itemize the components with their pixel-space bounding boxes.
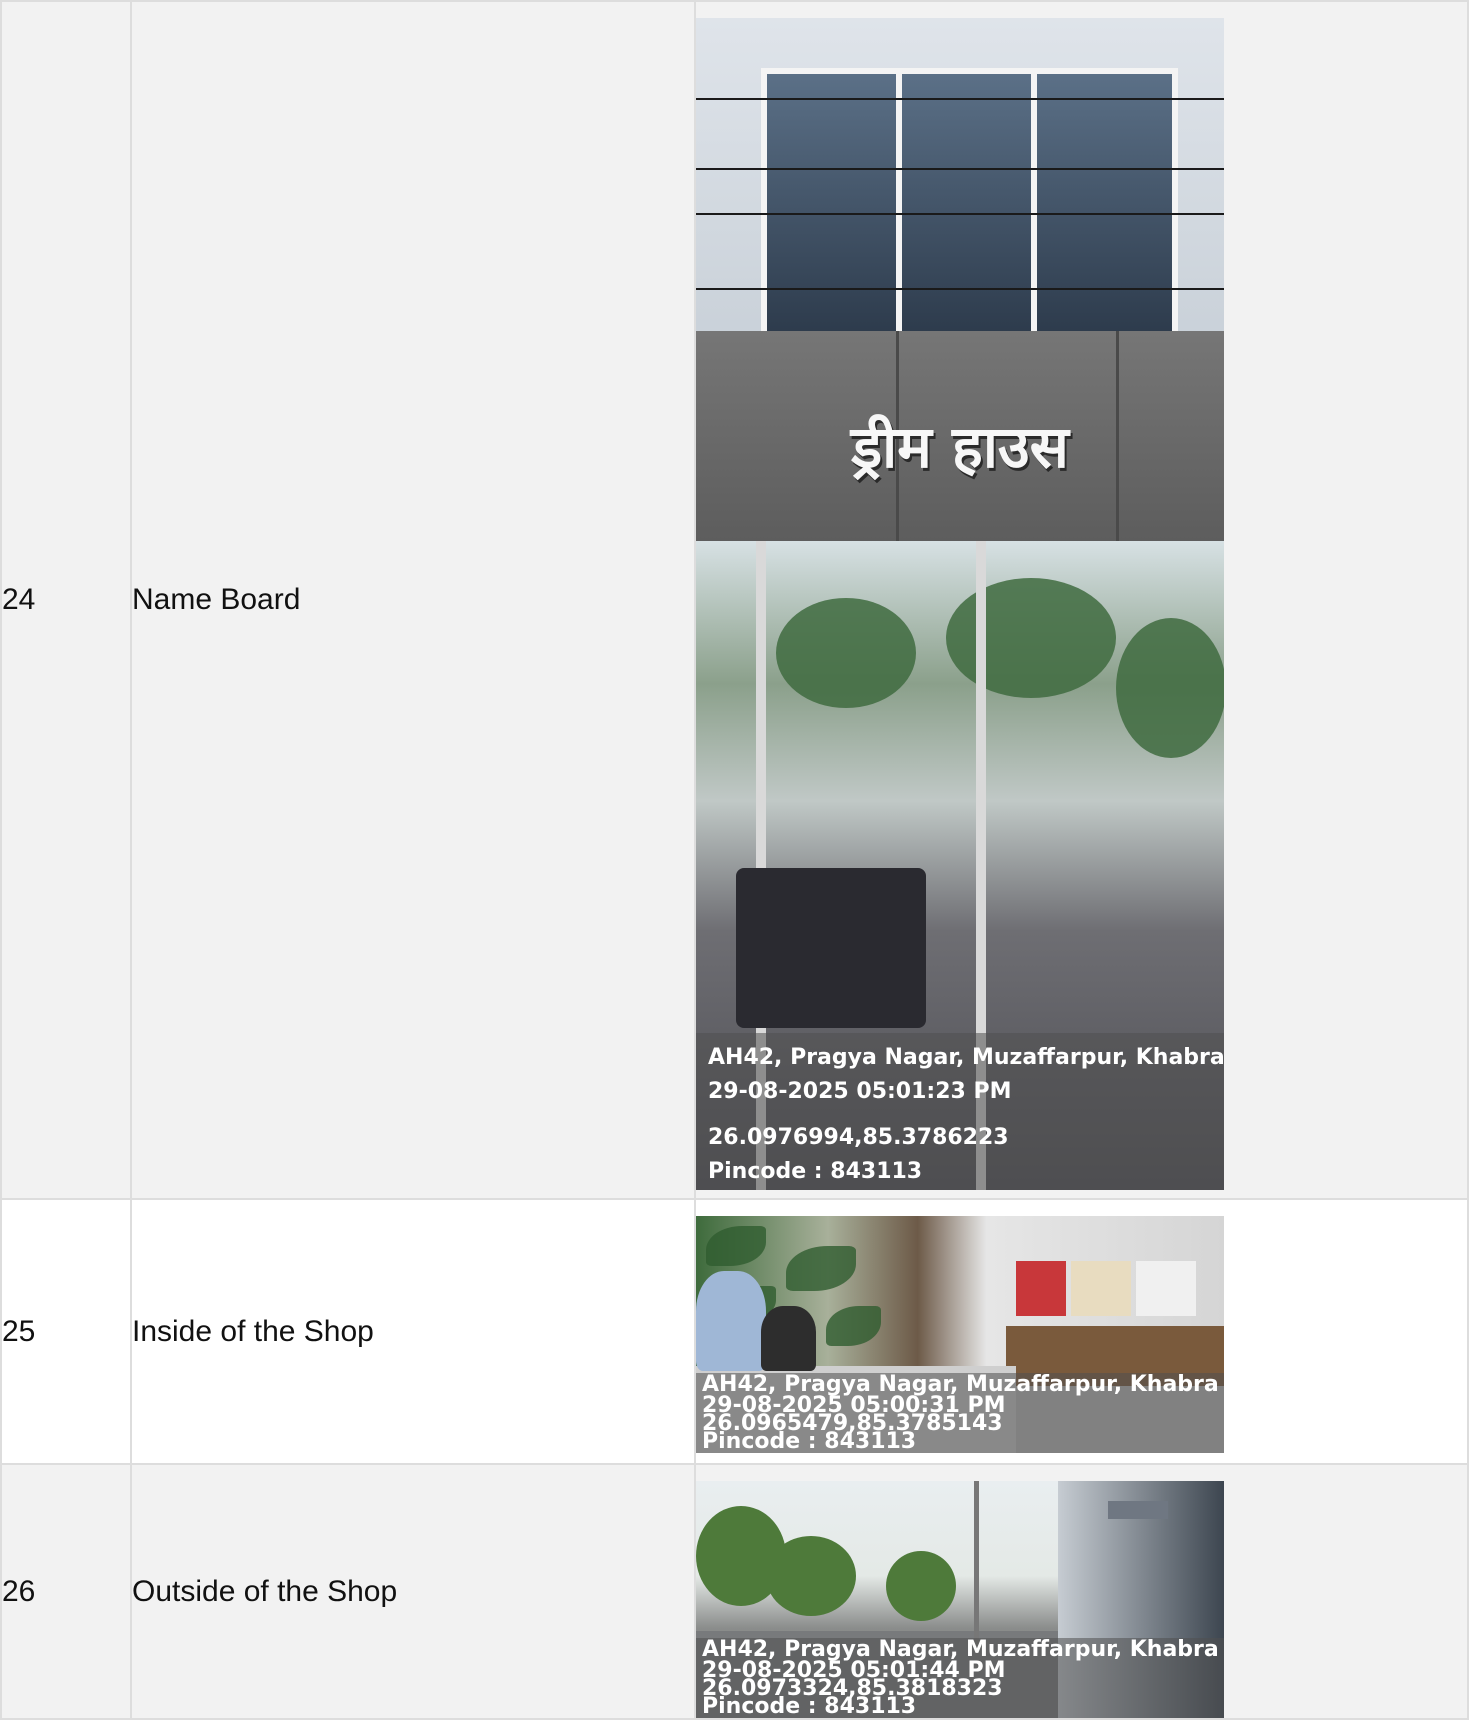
photo-wire	[696, 98, 1224, 100]
photo-tree	[946, 578, 1116, 698]
geotag-address: AH42, Pragya Nagar, Muzaffarpur, Khabra …	[708, 1045, 1224, 1070]
photo-wire	[696, 213, 1224, 215]
photo-white-cabinet	[1136, 1261, 1196, 1316]
geotag-overlay: AH42, Pragya Nagar, Muzaffarpur, Khabra …	[696, 1638, 1224, 1718]
shop-outside-photo[interactable]: AH42, Pragya Nagar, Muzaffarpur, Khabra …	[696, 1481, 1224, 1718]
photo-building-sign	[1108, 1501, 1168, 1519]
photo-cell: ड्रीम हाउस AH42, Pragya Nagar, Muzaffarp…	[694, 0, 1469, 1200]
geotag-coords: 26.0976994,85.3786223	[708, 1125, 1009, 1150]
photo-evidence-table: 24 Name Board ड्रीम हाउस AH42, Pragya Na…	[0, 0, 1469, 1720]
row-label: Inside of the Shop	[130, 1198, 696, 1465]
photo-tree	[886, 1551, 956, 1621]
geotag-datetime: 29-08-2025 05:01:23 PM	[708, 1079, 1012, 1104]
photo-utility-pole	[974, 1481, 979, 1651]
row-label: Name Board	[130, 0, 696, 1200]
row-number: 24	[0, 0, 132, 1200]
shop-inside-photo[interactable]: AH42, Pragya Nagar, Muzaffarpur, Khabra …	[696, 1216, 1224, 1453]
photo-window	[1031, 68, 1178, 340]
photo-wire	[696, 288, 1224, 290]
photo-cell: AH42, Pragya Nagar, Muzaffarpur, Khabra …	[694, 1198, 1469, 1465]
photo-person	[696, 1271, 766, 1371]
row-number: 25	[0, 1198, 132, 1465]
geotag-overlay: AH42, Pragya Nagar, Muzaffarpur, Khabra …	[696, 1033, 1224, 1190]
photo-tree	[766, 1536, 856, 1616]
geotag-overlay: AH42, Pragya Nagar, Muzaffarpur, Khabra …	[696, 1373, 1224, 1453]
photo-window	[896, 68, 1043, 340]
photo-cell: AH42, Pragya Nagar, Muzaffarpur, Khabra …	[694, 1463, 1469, 1720]
shop-sign-text: ड्रीम हाउस	[851, 413, 1069, 481]
photo-sofa	[736, 868, 926, 1028]
geotag-pincode: Pincode : 843113	[708, 1159, 923, 1184]
row-number: 26	[0, 1463, 132, 1720]
table-row: 25 Inside of the Shop AH42, Pragya Nagar…	[0, 1198, 1469, 1465]
photo-window	[761, 68, 908, 340]
photo-wire	[696, 168, 1224, 170]
photo-cream-cabinet	[1071, 1261, 1131, 1316]
table-row: 26 Outside of the Shop AH42, Pragya Naga…	[0, 1463, 1469, 1720]
row-label: Outside of the Shop	[130, 1463, 696, 1720]
photo-red-cabinet	[1016, 1261, 1066, 1316]
name-board-photo[interactable]: ड्रीम हाउस AH42, Pragya Nagar, Muzaffarp…	[696, 18, 1224, 1190]
table-row: 24 Name Board ड्रीम हाउस AH42, Pragya Na…	[0, 0, 1469, 1200]
photo-tree	[776, 598, 916, 708]
photo-person	[761, 1306, 816, 1371]
photo-tree	[1116, 618, 1224, 758]
